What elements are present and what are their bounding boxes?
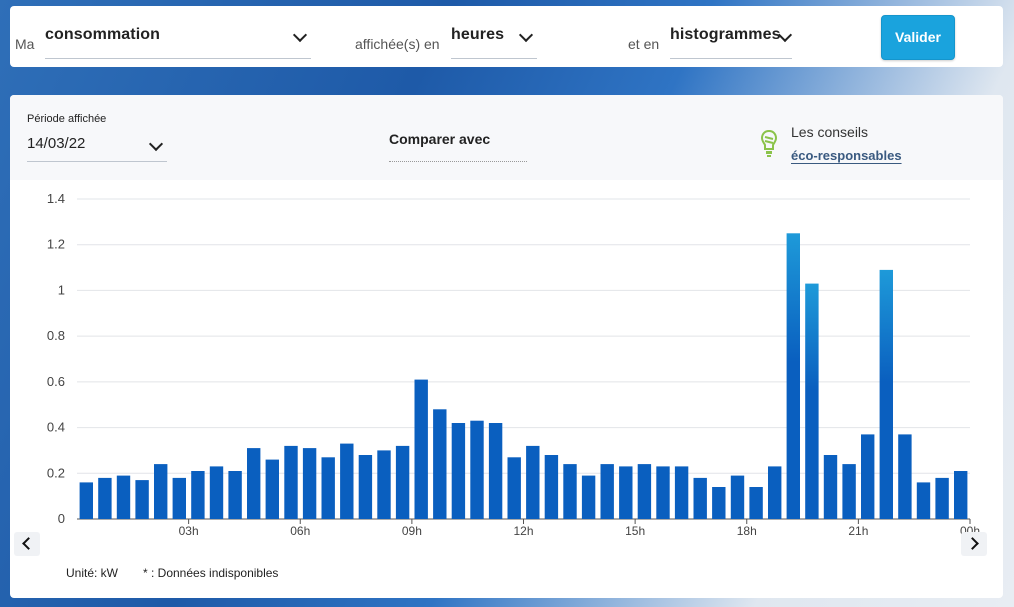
consumption-chart: 0 0.2 0.4 0.6 0.8 1 1.2 1.4 03h 06h 09h 12h 15h 18h 21… (47, 191, 980, 538)
chart-bar[interactable] (470, 420, 484, 519)
y-tick-label: 0.4 (47, 420, 65, 435)
y-tick-label: 0 (58, 511, 65, 526)
chart-bar[interactable] (98, 477, 112, 519)
chart-bar[interactable] (823, 455, 838, 519)
granularity-value: heures (451, 26, 505, 43)
chart-bar[interactable] (805, 283, 819, 519)
chevron-down-icon (292, 27, 308, 43)
chart-bar[interactable] (79, 482, 93, 519)
chart-bar[interactable] (637, 464, 652, 519)
validate-button[interactable]: Valider (881, 15, 955, 60)
consumption-panel: Période affichée 14/03/22 Comparer avec … (10, 95, 1003, 598)
chart-bar[interactable] (284, 445, 298, 519)
chart-bar[interactable] (916, 482, 931, 519)
x-tick-label: 12h (513, 524, 533, 538)
chart-bar[interactable] (265, 459, 279, 519)
chart-bar[interactable] (488, 423, 503, 519)
filter-bar: Ma consommation affichée(s) en heures et… (10, 6, 1003, 67)
next-period-button[interactable] (961, 532, 987, 556)
chart-bar[interactable] (433, 409, 447, 519)
chart-bar[interactable] (544, 455, 559, 519)
y-tick-label: 0.8 (47, 328, 65, 343)
chart-bar[interactable] (340, 443, 354, 519)
chart-bar[interactable] (395, 445, 410, 519)
chart-bar[interactable] (674, 466, 689, 519)
y-tick-label: 1 (58, 282, 65, 297)
x-tick-label: 15h (625, 524, 645, 538)
chart-bar[interactable] (712, 487, 726, 519)
chart-bar[interactable] (191, 471, 205, 519)
unit-note: Unité: kW (66, 566, 119, 580)
granularity-select[interactable]: heures (451, 24, 537, 59)
chart-bar[interactable] (749, 487, 763, 519)
chart-bar[interactable] (451, 423, 466, 519)
chart-bar[interactable] (842, 464, 856, 519)
y-tick-label: 1.2 (47, 237, 65, 252)
chevron-down-icon (518, 27, 534, 43)
x-tick-label: 21h (848, 524, 868, 538)
x-tick-label: 06h (290, 524, 310, 538)
display-select[interactable]: histogrammes (670, 24, 793, 59)
chart-bar[interactable] (507, 457, 521, 519)
display-label: et en (628, 36, 660, 52)
chart-bar[interactable] (414, 379, 428, 519)
chart-bar[interactable] (786, 233, 800, 520)
chart-bar[interactable] (135, 480, 149, 519)
chart-bar[interactable] (954, 471, 968, 519)
chart-bar[interactable] (116, 475, 131, 519)
chart-bar[interactable] (526, 445, 540, 519)
chart-bar[interactable] (619, 466, 633, 519)
chart-bar[interactable] (247, 448, 261, 519)
chart-bar[interactable] (228, 471, 242, 519)
chart-bar[interactable] (581, 475, 596, 519)
chart-bar[interactable] (879, 269, 893, 519)
chart-bar[interactable] (656, 466, 670, 519)
chart-bar[interactable] (861, 434, 875, 519)
chart-bar[interactable] (172, 477, 186, 519)
x-tick-label: 09h (402, 524, 422, 538)
chart-bar[interactable] (600, 464, 614, 519)
chart-bar[interactable] (321, 457, 335, 519)
chart-bar[interactable] (377, 450, 391, 519)
chevron-left-icon (22, 537, 35, 550)
chevron-right-icon (966, 537, 979, 550)
chart-bar[interactable] (768, 466, 782, 519)
y-tick-label: 1.4 (47, 191, 65, 206)
display-value: histogrammes (670, 26, 781, 43)
chart-bar[interactable] (898, 434, 912, 519)
y-tick-label: 0.6 (47, 374, 65, 389)
granularity-label: affichée(s) en (355, 36, 440, 52)
chart-bar[interactable] (302, 448, 317, 519)
chart-bar[interactable] (693, 477, 707, 519)
x-tick-label: 18h (737, 524, 757, 538)
chart-bar[interactable] (154, 464, 168, 519)
x-tick-label: 03h (179, 524, 199, 538)
measure-select[interactable]: consommation (45, 24, 311, 59)
chart-bar[interactable] (358, 455, 373, 519)
chart-bar[interactable] (730, 475, 745, 519)
previous-period-button[interactable] (14, 532, 40, 556)
chart-bar[interactable] (563, 464, 577, 519)
chart-bar[interactable] (935, 477, 949, 519)
measure-label: Ma (15, 36, 35, 52)
y-tick-label: 0.2 (47, 465, 65, 480)
unavailable-note: * : Données indisponibles (143, 566, 279, 580)
chart-bar[interactable] (209, 466, 224, 519)
measure-value: consommation (45, 26, 160, 43)
